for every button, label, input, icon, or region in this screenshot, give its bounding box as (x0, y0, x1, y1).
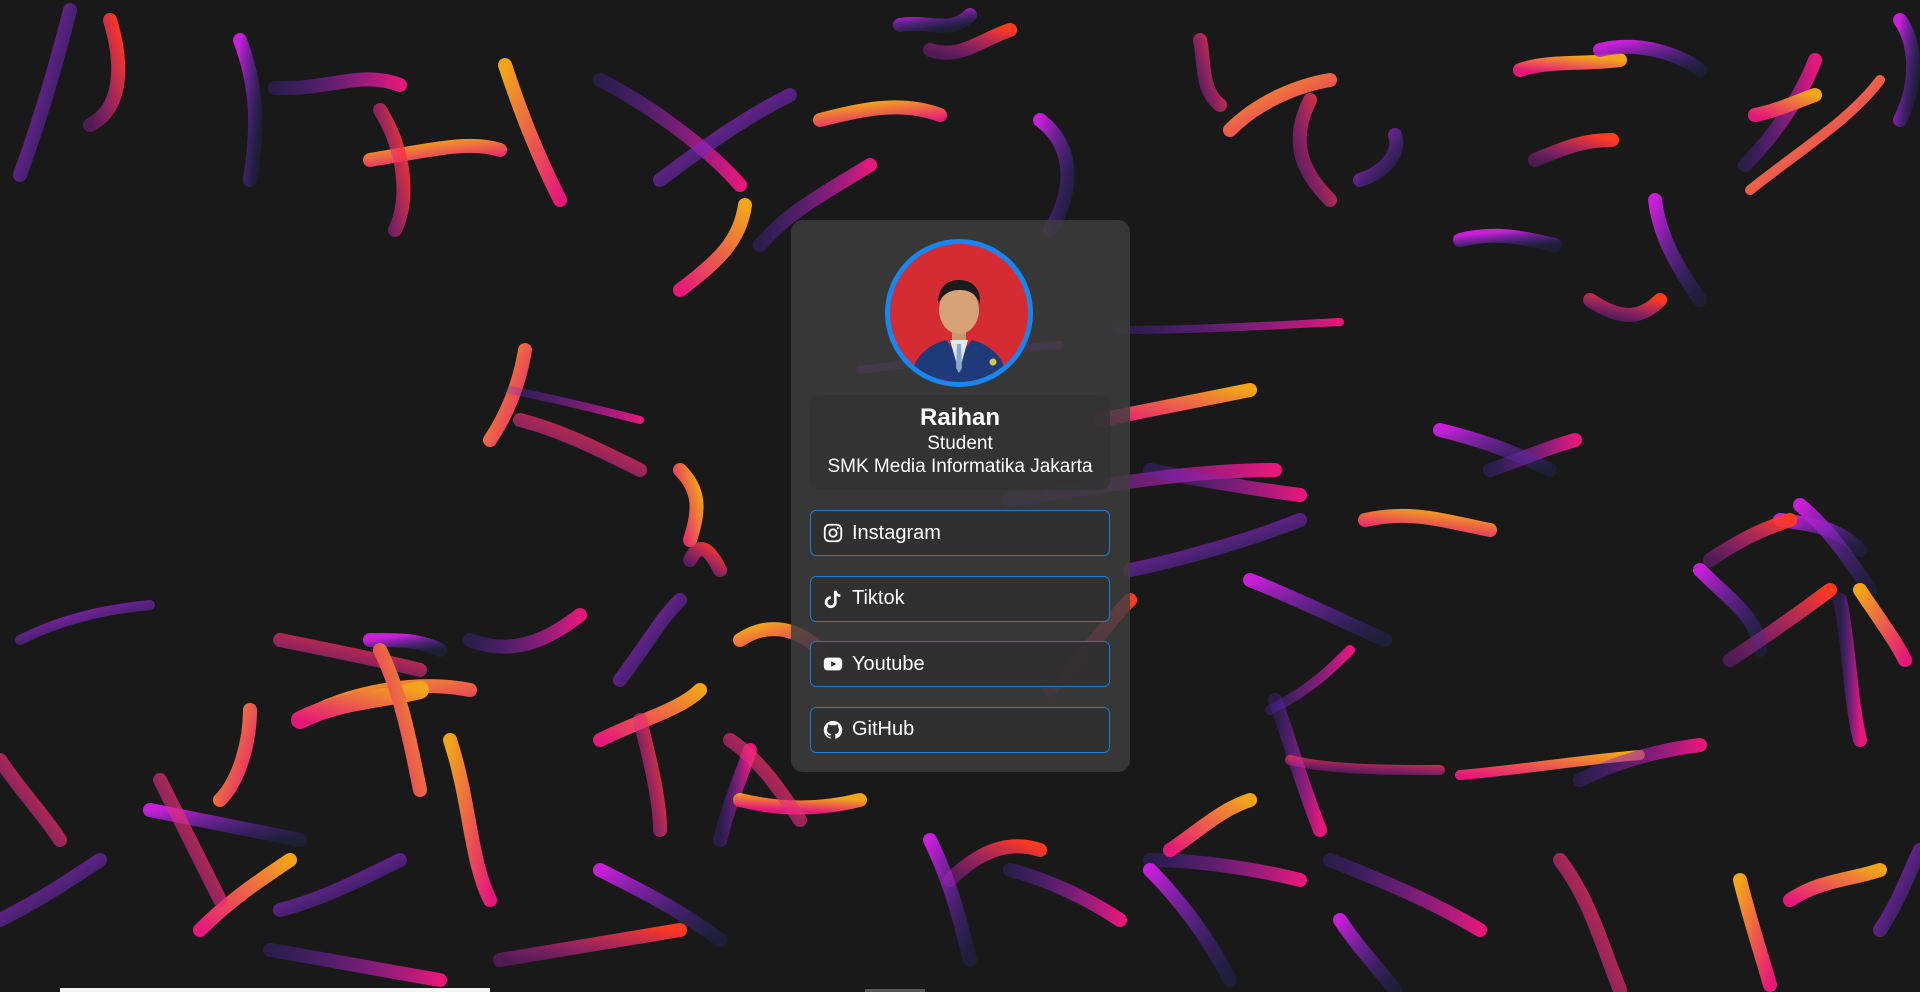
scrollbar-track (60, 988, 490, 992)
profile-school: SMK Media Informatika Jakarta (827, 456, 1093, 477)
profile-photo (890, 244, 1028, 382)
profile-role: Student (927, 433, 993, 454)
instagram-icon (822, 522, 844, 544)
github-link[interactable]: GitHub (810, 706, 1110, 753)
profile-info: Raihan Student SMK Media Informatika Jak… (810, 395, 1110, 490)
github-label: GitHub (852, 718, 915, 740)
instagram-link[interactable]: Instagram (810, 510, 1110, 556)
youtube-link[interactable]: Youtube (810, 641, 1110, 687)
instagram-label: Instagram (852, 521, 941, 544)
youtube-icon (822, 653, 844, 675)
tiktok-link[interactable]: Tiktok (810, 575, 1110, 622)
tiktok-label: Tiktok (852, 587, 905, 609)
youtube-label: Youtube (852, 652, 925, 675)
social-links: Instagram Tiktok Youtube GitHub (810, 510, 1110, 772)
tiktok-icon (822, 588, 844, 610)
profile-card: Raihan Student SMK Media Informatika Jak… (791, 220, 1130, 772)
github-icon (822, 719, 844, 741)
profile-name: Raihan (919, 404, 1000, 431)
avatar (885, 239, 1033, 387)
